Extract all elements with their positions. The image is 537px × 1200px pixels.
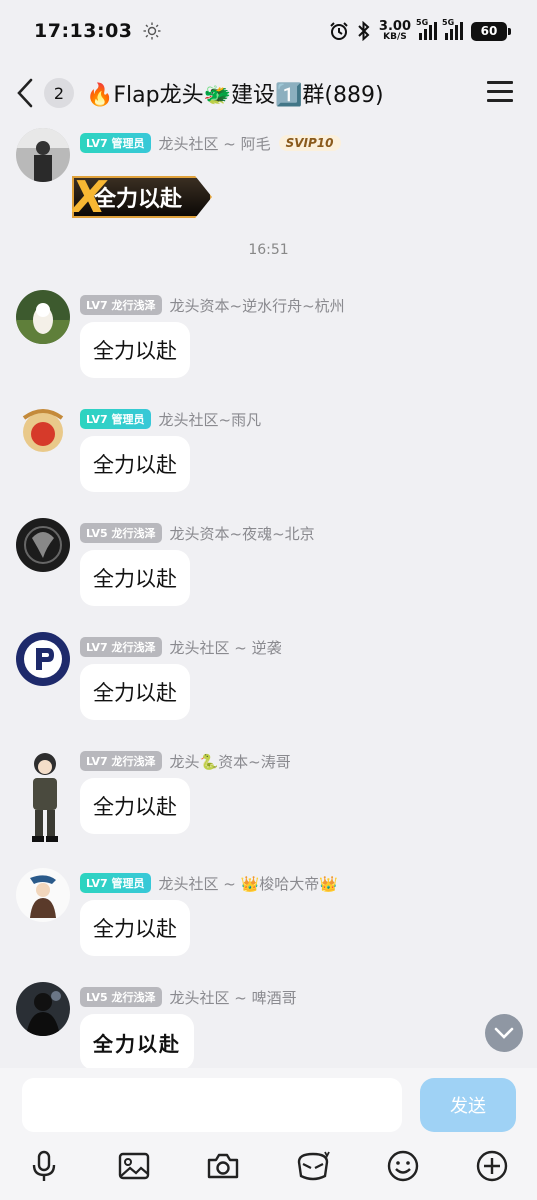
gallery-button[interactable]: [114, 1146, 154, 1186]
message-item: LV7 管理员 龙头社区 ~ 👑梭哈大帝👑 全力以赴: [16, 868, 516, 964]
message-item: LV5 龙行浅泽 龙头社区 ~ 啤酒哥 全力以赴: [16, 982, 516, 1068]
camera-button[interactable]: [203, 1146, 243, 1186]
message-item: LV7 龙行浅泽 龙头资本~逆水行舟~杭州 全力以赴: [16, 290, 516, 386]
avatar[interactable]: [16, 868, 70, 922]
message-bubble[interactable]: 全力以赴: [80, 664, 190, 720]
sender-name[interactable]: 龙头社区 ~ 阿毛: [159, 133, 271, 154]
composer-toolbar: [0, 1146, 537, 1186]
message-item: LV5 龙行浅泽 龙头资本~夜魂~北京 全力以赴: [16, 518, 516, 614]
sender-name[interactable]: 龙头社区 ~ 👑梭哈大帝👑: [159, 873, 338, 894]
message-list[interactable]: LV7 管理员 龙头社区 ~ 阿毛 SVIP10 X 全力以赴 16:51 LV…: [0, 124, 537, 1068]
emoji-button[interactable]: [383, 1146, 423, 1186]
composer: 发送: [0, 1068, 537, 1200]
chevron-down-icon: [494, 1027, 514, 1039]
signal-strength-icon-2: 5G: [442, 18, 463, 40]
level-badge: LV5 龙行浅泽: [80, 523, 162, 543]
x-logo-icon: X: [72, 172, 106, 223]
sticker-message[interactable]: X 全力以赴: [72, 176, 212, 218]
group-title[interactable]: 🔥Flap龙头🐲建设1️⃣群(889): [86, 77, 384, 109]
avatar[interactable]: [16, 632, 70, 686]
voice-button[interactable]: [24, 1146, 64, 1186]
send-button[interactable]: 发送: [420, 1078, 516, 1132]
status-time: 17:13:03: [34, 20, 133, 42]
red-packet-button[interactable]: [293, 1146, 333, 1186]
timestamp: 16:51: [248, 242, 289, 258]
brightness-icon: [143, 22, 161, 40]
level-badge: LV7 龙行浅泽: [80, 637, 162, 657]
svip-badge: SVIP10: [278, 135, 341, 151]
message-bubble[interactable]: 全力以赴: [80, 550, 190, 606]
message-bubble[interactable]: 全力以赴: [80, 436, 190, 492]
battery-indicator: 60: [471, 21, 511, 41]
more-menu-button[interactable]: [487, 81, 513, 103]
image-icon: [118, 1152, 150, 1180]
microphone-icon: [32, 1150, 56, 1181]
menu-icon: [487, 81, 513, 84]
plus-icon: [476, 1150, 508, 1182]
sender-name[interactable]: 龙头资本~逆水行舟~杭州: [170, 295, 345, 316]
message-item: LV7 管理员 龙头社区 ~ 阿毛 SVIP10 X 全力以赴: [16, 128, 516, 228]
message-bubble[interactable]: 全力以赴: [80, 322, 190, 378]
back-button[interactable]: [16, 78, 38, 108]
message-item: LV7 龙行浅泽 龙头🐍资本~涛哥 全力以赴: [16, 746, 516, 856]
sticker-text: 全力以赴: [94, 187, 183, 212]
avatar[interactable]: [16, 404, 70, 458]
avatar[interactable]: [16, 290, 70, 344]
message-input[interactable]: [22, 1078, 402, 1132]
status-bar: 17:13:03 3.00 KB/S 5G 5G 60: [0, 0, 537, 62]
level-badge: LV7 管理员: [80, 873, 151, 893]
signal-strength-icon: 5G: [416, 18, 437, 40]
sender-name[interactable]: 龙头社区 ~ 逆袭: [170, 637, 282, 658]
message-bubble[interactable]: 全力以赴: [80, 1014, 194, 1068]
more-actions-button[interactable]: [472, 1146, 512, 1186]
chevron-left-icon: [17, 78, 33, 108]
level-badge: LV5 龙行浅泽: [80, 987, 162, 1007]
avatar[interactable]: [16, 982, 70, 1036]
message-item: LV7 龙行浅泽 龙头社区 ~ 逆袭 全力以赴: [16, 632, 516, 728]
network-speed: 3.00 KB/S: [378, 19, 411, 42]
level-badge: LV7 龙行浅泽: [80, 751, 162, 771]
unread-count-badge[interactable]: 2: [44, 78, 74, 108]
chat-header: 2 🔥Flap龙头🐲建设1️⃣群(889): [0, 62, 537, 124]
sender-name[interactable]: 龙头🐍资本~涛哥: [170, 751, 291, 772]
camera-icon: [207, 1153, 239, 1179]
sender-name[interactable]: 龙头资本~夜魂~北京: [170, 523, 315, 544]
level-badge: LV7 龙行浅泽: [80, 295, 162, 315]
avatar[interactable]: [16, 518, 70, 572]
sender-name[interactable]: 龙头社区 ~ 啤酒哥: [170, 987, 297, 1008]
message-bubble[interactable]: 全力以赴: [80, 778, 190, 834]
red-packet-icon: [297, 1151, 330, 1181]
level-badge: LV7 管理员: [80, 133, 151, 153]
level-badge: LV7 管理员: [80, 409, 151, 429]
message-bubble[interactable]: 全力以赴: [80, 900, 190, 956]
sender-name[interactable]: 龙头社区~雨凡: [159, 409, 262, 430]
alarm-icon: [330, 22, 348, 40]
avatar[interactable]: [16, 128, 70, 182]
emoji-icon: [387, 1150, 419, 1182]
message-item: LV7 管理员 龙头社区~雨凡 全力以赴: [16, 404, 516, 500]
bluetooth-icon: [358, 21, 370, 41]
scroll-to-bottom-button[interactable]: [485, 1014, 523, 1052]
avatar[interactable]: [16, 746, 74, 846]
